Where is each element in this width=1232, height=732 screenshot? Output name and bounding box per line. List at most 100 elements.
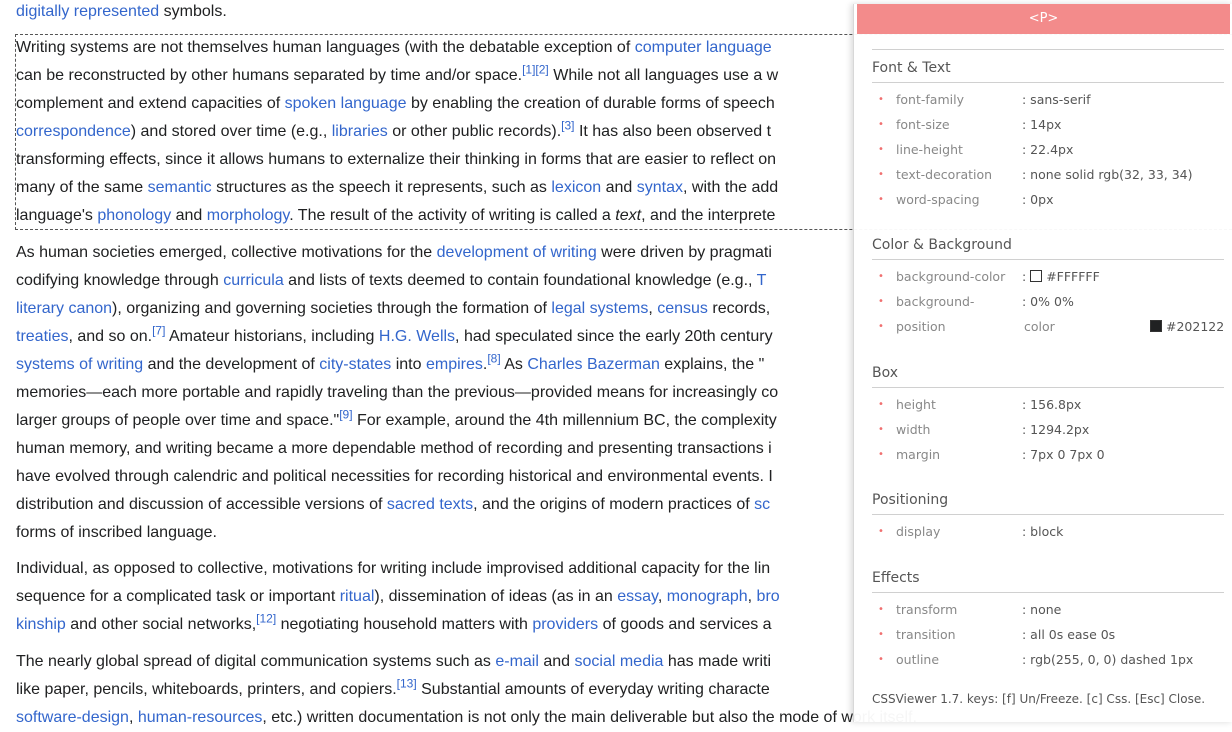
text: It has also been observed t bbox=[574, 123, 772, 140]
text: explains, the " bbox=[659, 356, 765, 373]
citation[interactable]: [7] bbox=[152, 324, 165, 338]
text: , etc.) written documentation is not onl… bbox=[262, 709, 917, 726]
text: , bbox=[747, 588, 757, 605]
property-name: color bbox=[1024, 319, 1055, 334]
link-phonology[interactable]: phonology bbox=[97, 207, 171, 224]
bullet-icon: • bbox=[878, 94, 884, 105]
line: kinship and other social networks,[12] n… bbox=[16, 611, 780, 639]
property-row: • background-color: #FFFFFF bbox=[872, 264, 1224, 289]
link-hg-wells[interactable]: H.G. Wells bbox=[379, 328, 455, 345]
property-name: font-size bbox=[896, 117, 950, 132]
citation[interactable]: [1][2] bbox=[522, 63, 549, 77]
link-libraries[interactable]: libraries bbox=[332, 123, 388, 140]
link-providers[interactable]: providers bbox=[532, 616, 598, 633]
text: Writing systems are not themselves human… bbox=[16, 39, 635, 56]
section-color-background: Color & Background • background-color: #F… bbox=[872, 237, 1224, 339]
link-sacred-texts[interactable]: sacred texts bbox=[387, 496, 473, 513]
property-name: font-family bbox=[896, 92, 964, 107]
citation[interactable]: [9] bbox=[339, 408, 352, 422]
bullet-icon: • bbox=[878, 321, 884, 332]
link-digitally-represented[interactable]: digitally represented bbox=[16, 3, 159, 20]
text: The nearly global spread of digital comm… bbox=[16, 653, 496, 670]
citation[interactable]: [3] bbox=[561, 119, 574, 133]
link-human-resources[interactable]: human-resources bbox=[138, 709, 263, 726]
link-lexicon[interactable]: lexicon bbox=[551, 179, 601, 196]
link-empires[interactable]: empires bbox=[426, 356, 483, 373]
paragraph-1: Writing systems are not themselves human… bbox=[16, 34, 778, 230]
bullet-icon: • bbox=[878, 169, 884, 180]
link-syntax[interactable]: syntax bbox=[637, 179, 683, 196]
link-ritual[interactable]: ritual bbox=[340, 588, 375, 605]
property-name: transition bbox=[896, 627, 956, 642]
link-systems-of-writing[interactable]: systems of writing bbox=[16, 356, 143, 373]
text: , and the interprete bbox=[641, 207, 776, 224]
property-name: position bbox=[896, 319, 946, 334]
link-semantic[interactable]: semantic bbox=[148, 179, 212, 196]
link-social-media[interactable]: social media bbox=[575, 653, 664, 670]
text: and other social networks, bbox=[65, 616, 257, 633]
link-correspondence[interactable]: correspondence bbox=[16, 123, 131, 140]
link-spoken-language[interactable]: spoken language bbox=[285, 95, 407, 112]
citation[interactable]: [12] bbox=[256, 612, 276, 626]
link-legal-systems[interactable]: legal systems bbox=[551, 300, 648, 317]
link-development-of-writing[interactable]: development of writing bbox=[437, 244, 597, 261]
line: treaties, and so on.[7] Amateur historia… bbox=[16, 323, 778, 351]
text: , with the add bbox=[683, 179, 779, 196]
color-value: #FFFFFF bbox=[1046, 269, 1100, 284]
property-name: word-spacing bbox=[896, 192, 980, 207]
section-title: Box bbox=[872, 365, 1224, 388]
bullet-icon: • bbox=[878, 654, 884, 665]
property-row: • font-size: 14px bbox=[872, 112, 1224, 137]
emphasis: text bbox=[615, 207, 642, 224]
color-value: #202122 bbox=[1166, 319, 1225, 334]
bullet-icon: • bbox=[878, 424, 884, 435]
bullet-icon: • bbox=[878, 194, 884, 205]
link-treaties[interactable]: treaties bbox=[16, 328, 68, 345]
text: records, bbox=[707, 300, 771, 317]
section-box: Box • height: 156.8px • width: 1294.2px • m… bbox=[872, 365, 1224, 467]
text: ) and stored over time (e.g., bbox=[130, 123, 332, 140]
link-morphology[interactable]: morphology bbox=[207, 207, 289, 224]
link-bro[interactable]: bro bbox=[757, 588, 780, 605]
link-software-design[interactable]: software-design bbox=[16, 709, 129, 726]
link-sc[interactable]: sc bbox=[754, 496, 770, 513]
link-census[interactable]: census bbox=[657, 300, 708, 317]
property-name: display bbox=[896, 524, 941, 539]
text: , bbox=[648, 300, 658, 317]
text: . The result of the activity of writing … bbox=[289, 207, 616, 224]
text: can be reconstructed by other humans sep… bbox=[16, 67, 523, 84]
link-literary-canon[interactable]: literary canon bbox=[16, 300, 112, 317]
citation[interactable]: [8] bbox=[487, 352, 500, 366]
link-t[interactable]: T bbox=[757, 272, 767, 289]
line: The nearly global spread of digital comm… bbox=[16, 648, 917, 676]
text: transforming effects, since it allows hu… bbox=[16, 151, 777, 168]
link-e-mail[interactable]: e-mail bbox=[495, 653, 539, 670]
property-value: : rgb(255, 0, 0) dashed 1px bbox=[1022, 652, 1194, 667]
property-value: : #FFFFFF bbox=[1022, 269, 1100, 284]
divider bbox=[872, 49, 1224, 50]
bullet-icon: • bbox=[878, 296, 884, 307]
property-row: • display: block bbox=[872, 519, 1224, 544]
text: negotiating household matters with bbox=[276, 616, 533, 633]
text: codifying knowledge through bbox=[16, 272, 224, 289]
color-swatch bbox=[1030, 270, 1043, 282]
cssviewer-panel[interactable]: <P> Font & Text • font-family: sans-serif… bbox=[853, 4, 1232, 722]
cssviewer-footer: CSSViewer 1.7. keys: [f] Un/Freeze. [c] … bbox=[872, 692, 1206, 706]
link-kinship[interactable]: kinship bbox=[16, 616, 66, 633]
link-city-states[interactable]: city-states bbox=[319, 356, 391, 373]
link-charles-bazerman[interactable]: Charles Bazerman bbox=[527, 356, 660, 373]
property-value: : 156.8px bbox=[1022, 397, 1082, 412]
link-curricula[interactable]: curricula bbox=[223, 272, 283, 289]
text: by enabling the creation of durable form… bbox=[406, 95, 775, 112]
text: and bbox=[171, 207, 207, 224]
link-monograph[interactable]: monograph bbox=[667, 588, 748, 605]
citation[interactable]: [13] bbox=[397, 677, 417, 691]
line: transforming effects, since it allows hu… bbox=[16, 146, 778, 174]
line: Individual, as opposed to collective, mo… bbox=[16, 555, 780, 583]
link-essay[interactable]: essay bbox=[617, 588, 658, 605]
link-computer-language[interactable]: computer language bbox=[635, 39, 772, 56]
text: and bbox=[601, 179, 637, 196]
property-value: : block bbox=[1022, 524, 1064, 539]
line: many of the same semantic structures as … bbox=[16, 174, 778, 202]
text: many of the same bbox=[16, 179, 148, 196]
